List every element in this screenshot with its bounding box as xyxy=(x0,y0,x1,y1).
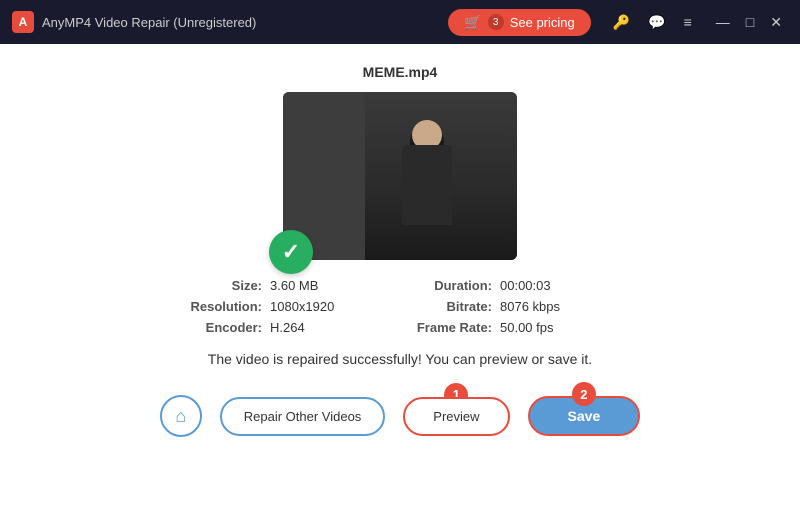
success-message: The video is repaired successfully! You … xyxy=(208,351,592,367)
video-filename: MEME.mp4 xyxy=(363,64,438,80)
close-button[interactable]: ✕ xyxy=(764,12,788,33)
minimize-button[interactable]: — xyxy=(710,12,736,33)
bottom-bar: ⌂ Repair Other Videos 1 Preview 2 Save xyxy=(160,385,641,443)
titlebar-actions: 🔑 💬 ≡ xyxy=(609,12,696,33)
home-button[interactable]: ⌂ xyxy=(160,395,202,437)
size-label: Size: xyxy=(180,278,270,293)
repair-other-videos-button[interactable]: Repair Other Videos xyxy=(220,397,386,436)
preview-button-wrapper: 1 Preview xyxy=(403,397,509,436)
video-info-table: Size: 3.60 MB Duration: 00:00:03 Resolut… xyxy=(180,278,620,335)
framerate-label: Frame Rate: xyxy=(410,320,500,335)
cart-icon: 🛒 xyxy=(464,14,481,31)
video-preview-container: ✓ xyxy=(283,92,517,260)
check-circle: ✓ xyxy=(269,230,313,274)
person-body xyxy=(402,145,452,225)
resolution-value: 1080x1920 xyxy=(270,299,410,314)
duration-label: Duration: xyxy=(410,278,500,293)
bitrate-label: Bitrate: xyxy=(410,299,500,314)
encoder-label: Encoder: xyxy=(180,320,270,335)
bitrate-value: 8076 kbps xyxy=(500,299,620,314)
pricing-badge: 3 xyxy=(488,14,504,30)
encoder-value: H.264 xyxy=(270,320,410,335)
titlebar: A AnyMP4 Video Repair (Unregistered) 🛒 3… xyxy=(0,0,800,44)
framerate-value: 50.00 fps xyxy=(500,320,620,335)
window-controls: — □ ✕ xyxy=(710,12,788,33)
maximize-button[interactable]: □ xyxy=(740,12,760,33)
size-value: 3.60 MB xyxy=(270,278,410,293)
app-title: AnyMP4 Video Repair (Unregistered) xyxy=(42,15,440,30)
main-content: MEME.mp4 ✓ Size: 3.60 MB Duration: 00:00… xyxy=(0,44,800,527)
duration-value: 00:00:03 xyxy=(500,278,620,293)
pricing-button[interactable]: 🛒 3 See pricing xyxy=(448,9,590,36)
key-icon-button[interactable]: 🔑 xyxy=(609,12,634,33)
pricing-label: See pricing xyxy=(510,15,575,30)
chat-icon-button[interactable]: 💬 xyxy=(644,12,669,33)
video-preview xyxy=(283,92,517,260)
app-logo: A xyxy=(12,11,34,33)
preview-button[interactable]: Preview xyxy=(403,397,509,436)
menu-icon-button[interactable]: ≡ xyxy=(680,12,696,32)
video-background xyxy=(283,92,517,260)
video-figure xyxy=(387,120,467,260)
save-button-wrapper: 2 Save xyxy=(528,396,641,436)
save-step-badge: 2 xyxy=(572,382,596,406)
resolution-label: Resolution: xyxy=(180,299,270,314)
